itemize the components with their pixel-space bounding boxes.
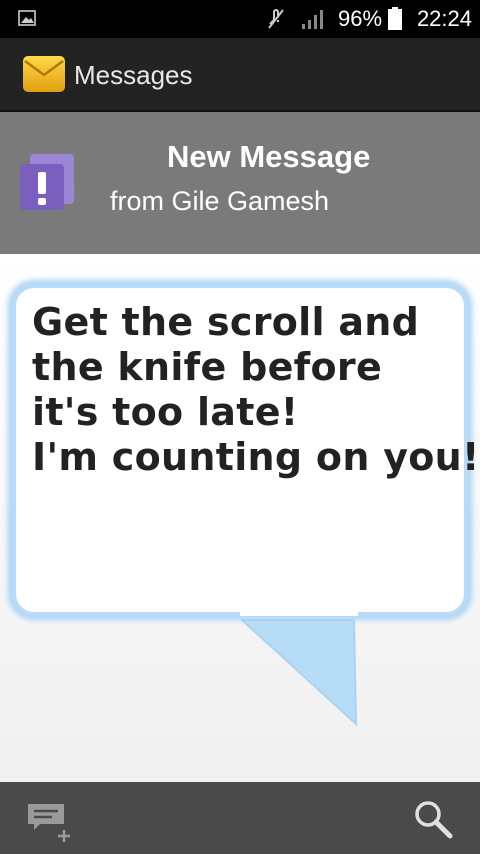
signal-icon [302, 10, 323, 29]
app-title: Messages [74, 60, 193, 90]
message-content: Get the scroll and the knife before it's… [0, 254, 480, 782]
status-bar: 96% 22:24 [0, 0, 480, 38]
message-line: the knife before [32, 345, 383, 389]
battery-icon [388, 7, 402, 30]
alert-chat-icon [20, 154, 76, 210]
notification-sender: from Gile Gamesh [110, 186, 330, 216]
new-message-icon[interactable] [24, 800, 76, 842]
mute-icon [268, 9, 284, 29]
notification-title: New Message [167, 139, 371, 174]
new-message-notification[interactable]: New Message from Gile Gamesh [0, 112, 480, 254]
clock: 22:24 [416, 6, 472, 31]
message-text: Get the scroll and the knife before it's… [32, 300, 480, 480]
message-line: it's too late! [32, 390, 299, 434]
app-bar: Messages [0, 38, 480, 112]
envelope-icon[interactable] [22, 53, 66, 95]
search-icon[interactable] [412, 798, 454, 840]
message-line: Get the scroll and [32, 300, 420, 344]
battery-percent: 96% [338, 6, 383, 31]
message-line: I'm counting on you! [32, 435, 480, 479]
picture-icon [18, 10, 36, 26]
bottom-action-bar [0, 782, 480, 854]
